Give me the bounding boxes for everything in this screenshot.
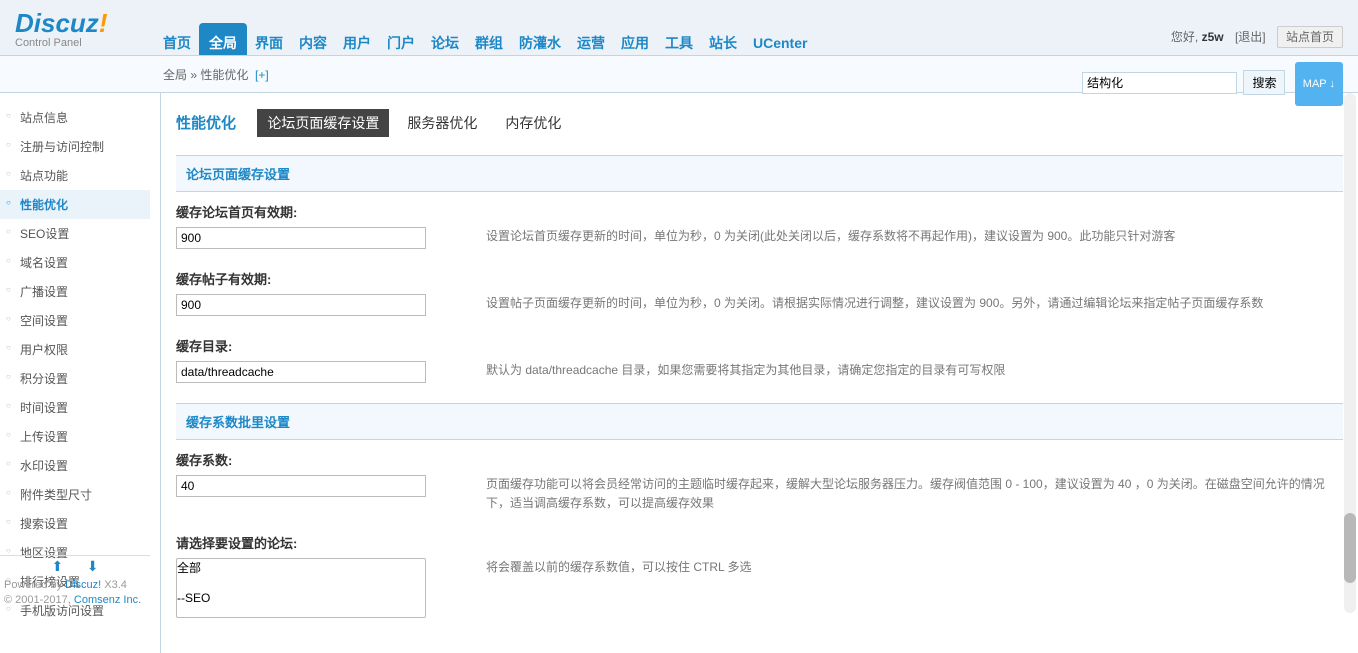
sidebar: 站点信息注册与访问控制站点功能性能优化SEO设置域名设置广播设置空间设置用户权限… <box>0 93 150 625</box>
discuz-link[interactable]: Discuz! <box>65 579 101 591</box>
subtab-title: 性能优化 <box>176 108 246 137</box>
select-forum[interactable]: 全部--SEO <box>176 558 426 618</box>
breadcrumb-plus[interactable]: [+] <box>255 68 269 82</box>
section-forum-cache: 论坛页面缓存设置 <box>176 155 1343 192</box>
username: z5w <box>1202 30 1224 44</box>
comsenz-link[interactable]: Comsenz Inc. <box>74 594 141 606</box>
search-input[interactable] <box>1082 72 1237 94</box>
sidebar-item-8[interactable]: 用户权限 <box>0 335 150 364</box>
label-cache-coef: 缓存系数: <box>176 450 1343 469</box>
logo: Discuz! Control Panel <box>15 8 107 49</box>
site-home-button[interactable]: 站点首页 <box>1277 26 1343 48</box>
input-index-cache[interactable] <box>176 227 426 249</box>
desc-cache-dir: 默认为 data/threadcache 目录，如果您需要将其指定为其他目录，请… <box>486 361 1343 383</box>
sub-tabs: 性能优化 论坛页面缓存设置服务器优化内存优化 <box>176 108 1343 137</box>
sidebar-item-12[interactable]: 水印设置 <box>0 451 150 480</box>
label-index-cache: 缓存论坛首页有效期: <box>176 202 1343 221</box>
label-select-forum: 请选择要设置的论坛: <box>176 533 1343 552</box>
sidebar-down-icon[interactable]: ⬇ <box>85 558 101 570</box>
sidebar-item-9[interactable]: 积分设置 <box>0 364 150 393</box>
user-info: 您好, z5w [退出] 站点首页 <box>1171 28 1343 45</box>
sidebar-item-6[interactable]: 广播设置 <box>0 277 150 306</box>
label-cache-dir: 缓存目录: <box>176 336 1343 355</box>
sidebar-item-3[interactable]: 性能优化 <box>0 190 150 219</box>
main-content: 性能优化 论坛页面缓存设置服务器优化内存优化 论坛页面缓存设置 缓存论坛首页有效… <box>160 93 1358 653</box>
section-cache-coef: 缓存系数批里设置 <box>176 403 1343 440</box>
scrollbar[interactable] <box>1344 93 1356 613</box>
sidebar-item-5[interactable]: 域名设置 <box>0 248 150 277</box>
subtab-0[interactable]: 论坛页面缓存设置 <box>257 109 389 137</box>
sidebar-item-2[interactable]: 站点功能 <box>0 161 150 190</box>
subtab-1[interactable]: 服务器优化 <box>397 109 487 137</box>
label-thread-cache: 缓存帖子有效期: <box>176 269 1343 288</box>
sidebar-item-1[interactable]: 注册与访问控制 <box>0 132 150 161</box>
input-cache-dir[interactable] <box>176 361 426 383</box>
sidebar-item-0[interactable]: 站点信息 <box>0 103 150 132</box>
breadcrumb-root[interactable]: 全局 <box>163 68 187 82</box>
desc-cache-coef: 页面缓存功能可以将会员经常访问的主题临时缓存起来，缓解大型论坛服务器压力。缓存阀… <box>486 475 1343 513</box>
input-cache-coef[interactable] <box>176 475 426 497</box>
sidebar-item-7[interactable]: 空间设置 <box>0 306 150 335</box>
input-thread-cache[interactable] <box>176 294 426 316</box>
desc-index-cache: 设置论坛首页缓存更新的时间，单位为秒，0 为关闭(此处关闭以后，缓存系数将不再起… <box>486 227 1343 249</box>
sidebar-item-11[interactable]: 上传设置 <box>0 422 150 451</box>
copyright: Powered by Discuz! X3.4 © 2001-2017, Com… <box>0 576 150 611</box>
desc-thread-cache: 设置帖子页面缓存更新的时间，单位为秒，0 为关闭。请根据实际情况进行调整，建议设… <box>486 294 1343 316</box>
breadcrumb: 全局 » 性能优化 [+] <box>163 68 269 82</box>
scroll-thumb[interactable] <box>1344 513 1356 583</box>
sidebar-item-13[interactable]: 附件类型尺寸 <box>0 480 150 509</box>
desc-select-forum: 将会覆盖以前的缓存系数值，可以按住 CTRL 多选 <box>486 558 1343 618</box>
sidebar-item-4[interactable]: SEO设置 <box>0 219 150 248</box>
logout-link[interactable]: [退出] <box>1235 30 1266 44</box>
search-button[interactable]: 搜索 <box>1243 70 1285 95</box>
sidebar-item-14[interactable]: 搜索设置 <box>0 509 150 538</box>
sidebar-up-icon[interactable]: ⬆ <box>49 558 65 570</box>
subtab-2[interactable]: 内存优化 <box>495 109 571 137</box>
breadcrumb-page: 性能优化 <box>200 68 248 82</box>
sidebar-item-10[interactable]: 时间设置 <box>0 393 150 422</box>
